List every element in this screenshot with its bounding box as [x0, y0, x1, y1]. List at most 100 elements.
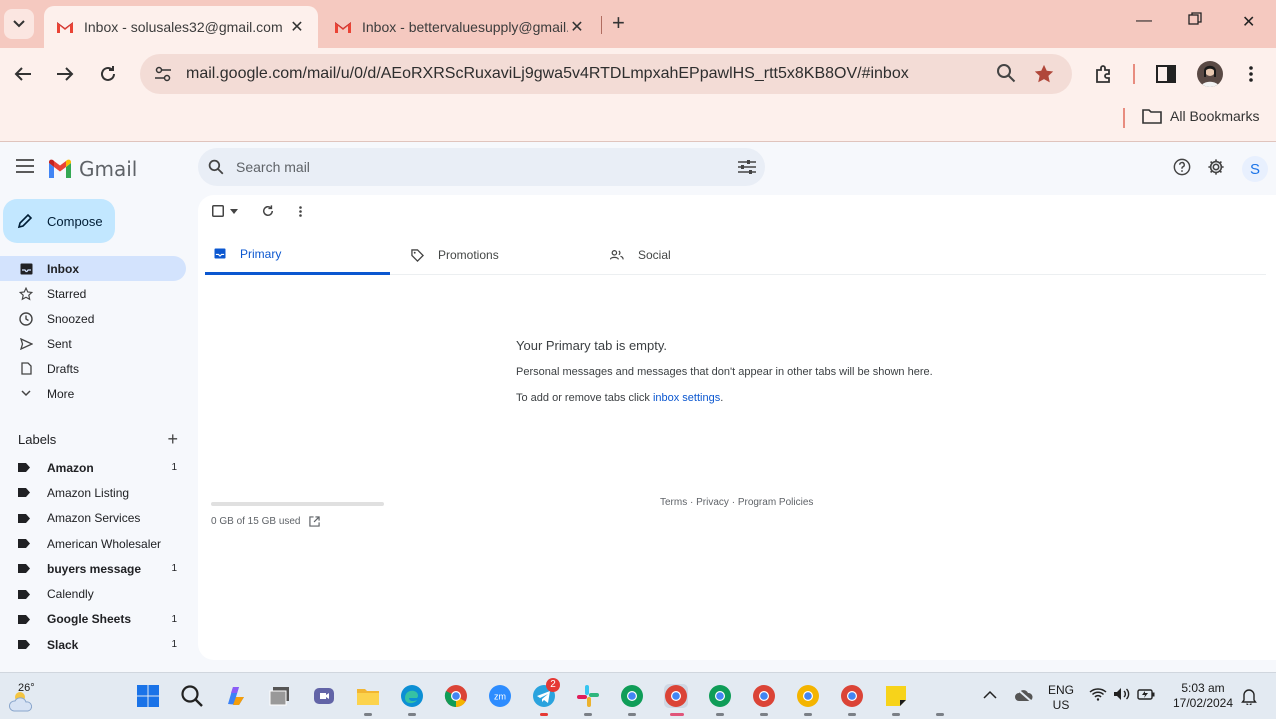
browser-tab-inactive[interactable]: Inbox - bettervaluesupply@gmail.com ✕	[322, 6, 598, 48]
open-in-new-icon[interactable]	[308, 516, 320, 527]
label-item-calendly[interactable]: Calendly	[0, 581, 186, 606]
inbox-settings-link[interactable]: inbox settings	[653, 392, 720, 404]
add-label-button[interactable]: +	[167, 429, 178, 450]
label-item-amazon-listing[interactable]: Amazon Listing	[0, 480, 186, 505]
search-input[interactable]	[236, 159, 716, 175]
program-policies-link[interactable]: Program Policies	[738, 497, 814, 508]
chrome-profile-app[interactable]	[708, 684, 732, 708]
refresh-button[interactable]	[262, 205, 274, 217]
tab-primary[interactable]: Primary	[205, 235, 390, 275]
label-name: Amazon Services	[47, 511, 141, 526]
settings-button[interactable]	[1207, 158, 1225, 179]
gmail-logo[interactable]: Gmail	[47, 157, 137, 181]
svg-text:zm: zm	[494, 692, 506, 702]
nav-item-starred[interactable]: Starred	[0, 281, 186, 306]
label-item-american-wholesaler[interactable]: American Wholesaler	[0, 531, 186, 556]
privacy-link[interactable]: Privacy	[696, 497, 729, 508]
edge-app[interactable]	[400, 684, 424, 708]
label-tag-icon	[18, 513, 30, 523]
restore-button[interactable]	[1188, 12, 1202, 31]
tab-social[interactable]: Social	[610, 235, 671, 275]
close-tab-icon[interactable]: ✕	[568, 17, 586, 37]
show-hidden-icons-button[interactable]	[983, 687, 999, 703]
all-bookmarks-label: All Bookmarks	[1170, 108, 1260, 124]
battery-icon	[1137, 689, 1155, 700]
browser-tab-active[interactable]: Inbox - solusales32@gmail.com ✕	[44, 6, 318, 48]
labels-header: Labels +	[18, 429, 183, 450]
minimize-button[interactable]: —	[1136, 12, 1152, 30]
label-name: Amazon	[47, 460, 94, 475]
nav-item-sent[interactable]: Sent	[0, 331, 186, 356]
close-tab-icon[interactable]: ✕	[288, 17, 306, 37]
address-bar[interactable]: mail.google.com/mail/u/0/d/AEoRXRScRuxav…	[140, 54, 1072, 94]
label-item-google-sheets[interactable]: Google Sheets 1	[0, 607, 186, 632]
label-count: 1	[171, 462, 177, 474]
nav-label: More	[47, 386, 75, 401]
clock[interactable]: 5:03 am 17/02/2024	[1167, 681, 1239, 711]
notifications-button[interactable]	[1241, 687, 1259, 707]
tab-search-button[interactable]	[4, 9, 34, 39]
search-bar[interactable]	[198, 148, 765, 186]
label-item-amazon-services[interactable]: Amazon Services	[0, 506, 186, 531]
main-menu-button[interactable]	[16, 159, 34, 176]
close-window-button[interactable]: ✕	[1242, 12, 1255, 32]
hamburger-icon	[16, 159, 34, 173]
new-tab-button[interactable]: +	[612, 12, 625, 34]
chrome-app[interactable]	[444, 684, 468, 708]
video-chat-icon	[314, 688, 334, 704]
file-explorer-app[interactable]	[356, 684, 380, 708]
taskbar-search-button[interactable]	[180, 684, 204, 708]
compose-button[interactable]: Compose	[3, 199, 115, 243]
start-button[interactable]	[136, 684, 160, 708]
empty-state: Your Primary tab is empty. Personal mess…	[516, 338, 933, 404]
label-item-slack[interactable]: Slack 1	[0, 632, 186, 657]
people-icon	[610, 249, 624, 261]
chrome-profile-app[interactable]	[840, 684, 864, 708]
chrome-profile-app-active[interactable]	[664, 684, 688, 708]
nav-item-snoozed[interactable]: Snoozed	[0, 306, 186, 331]
side-panel-button[interactable]	[1154, 62, 1178, 86]
nav-item-drafts[interactable]: Drafts	[0, 356, 186, 381]
forward-button[interactable]	[53, 62, 77, 86]
support-button[interactable]	[1173, 158, 1191, 179]
label-item-buyers-message[interactable]: buyers message 1	[0, 556, 186, 581]
footer-separator: ·	[687, 497, 697, 508]
terms-link[interactable]: Terms	[660, 497, 687, 508]
search-options-icon[interactable]	[738, 159, 756, 175]
tab-promotions[interactable]: Promotions	[411, 235, 499, 275]
nav-item-inbox[interactable]: Inbox	[0, 256, 186, 281]
reload-button[interactable]	[96, 62, 120, 86]
wifi-icon	[1089, 688, 1107, 701]
input-language[interactable]: ENG US	[1044, 683, 1078, 713]
all-bookmarks-button[interactable]: All Bookmarks	[1142, 108, 1259, 124]
toolbar-separator	[1133, 64, 1135, 84]
caret-down-icon[interactable]	[230, 208, 238, 214]
bookmark-star-icon[interactable]	[1033, 63, 1055, 88]
search-icon[interactable]	[208, 159, 224, 175]
copilot-app[interactable]	[224, 684, 248, 708]
arrow-left-icon	[14, 67, 31, 81]
quick-settings-button[interactable]	[1089, 687, 1155, 705]
telegram-app[interactable]: 2	[532, 678, 560, 708]
profile-avatar[interactable]	[1197, 61, 1223, 87]
empty-settings-hint: To add or remove tabs click inbox settin…	[516, 392, 933, 404]
task-view-button[interactable]	[268, 684, 292, 708]
sticky-notes-app[interactable]	[884, 684, 908, 708]
more-actions-button[interactable]	[299, 205, 302, 217]
select-all-checkbox[interactable]	[212, 205, 238, 217]
teams-app[interactable]	[312, 684, 336, 708]
nav-item-more[interactable]: More	[0, 381, 186, 406]
account-avatar[interactable]: S	[1242, 156, 1268, 182]
zoom-app[interactable]: zm	[488, 684, 512, 708]
slack-app[interactable]	[576, 684, 600, 708]
cloud-sync-status[interactable]	[1014, 687, 1034, 705]
chrome-profile-app[interactable]	[796, 684, 820, 708]
back-button[interactable]	[11, 62, 35, 86]
chrome-profile-app[interactable]	[752, 684, 776, 708]
tab-label: Promotions	[438, 248, 499, 262]
extensions-button[interactable]	[1092, 62, 1116, 86]
label-item-amazon[interactable]: Amazon 1	[0, 455, 186, 480]
browser-menu-button[interactable]	[1239, 62, 1263, 86]
chrome-profile-app[interactable]	[620, 684, 644, 708]
zoom-icon[interactable]	[996, 63, 1016, 86]
